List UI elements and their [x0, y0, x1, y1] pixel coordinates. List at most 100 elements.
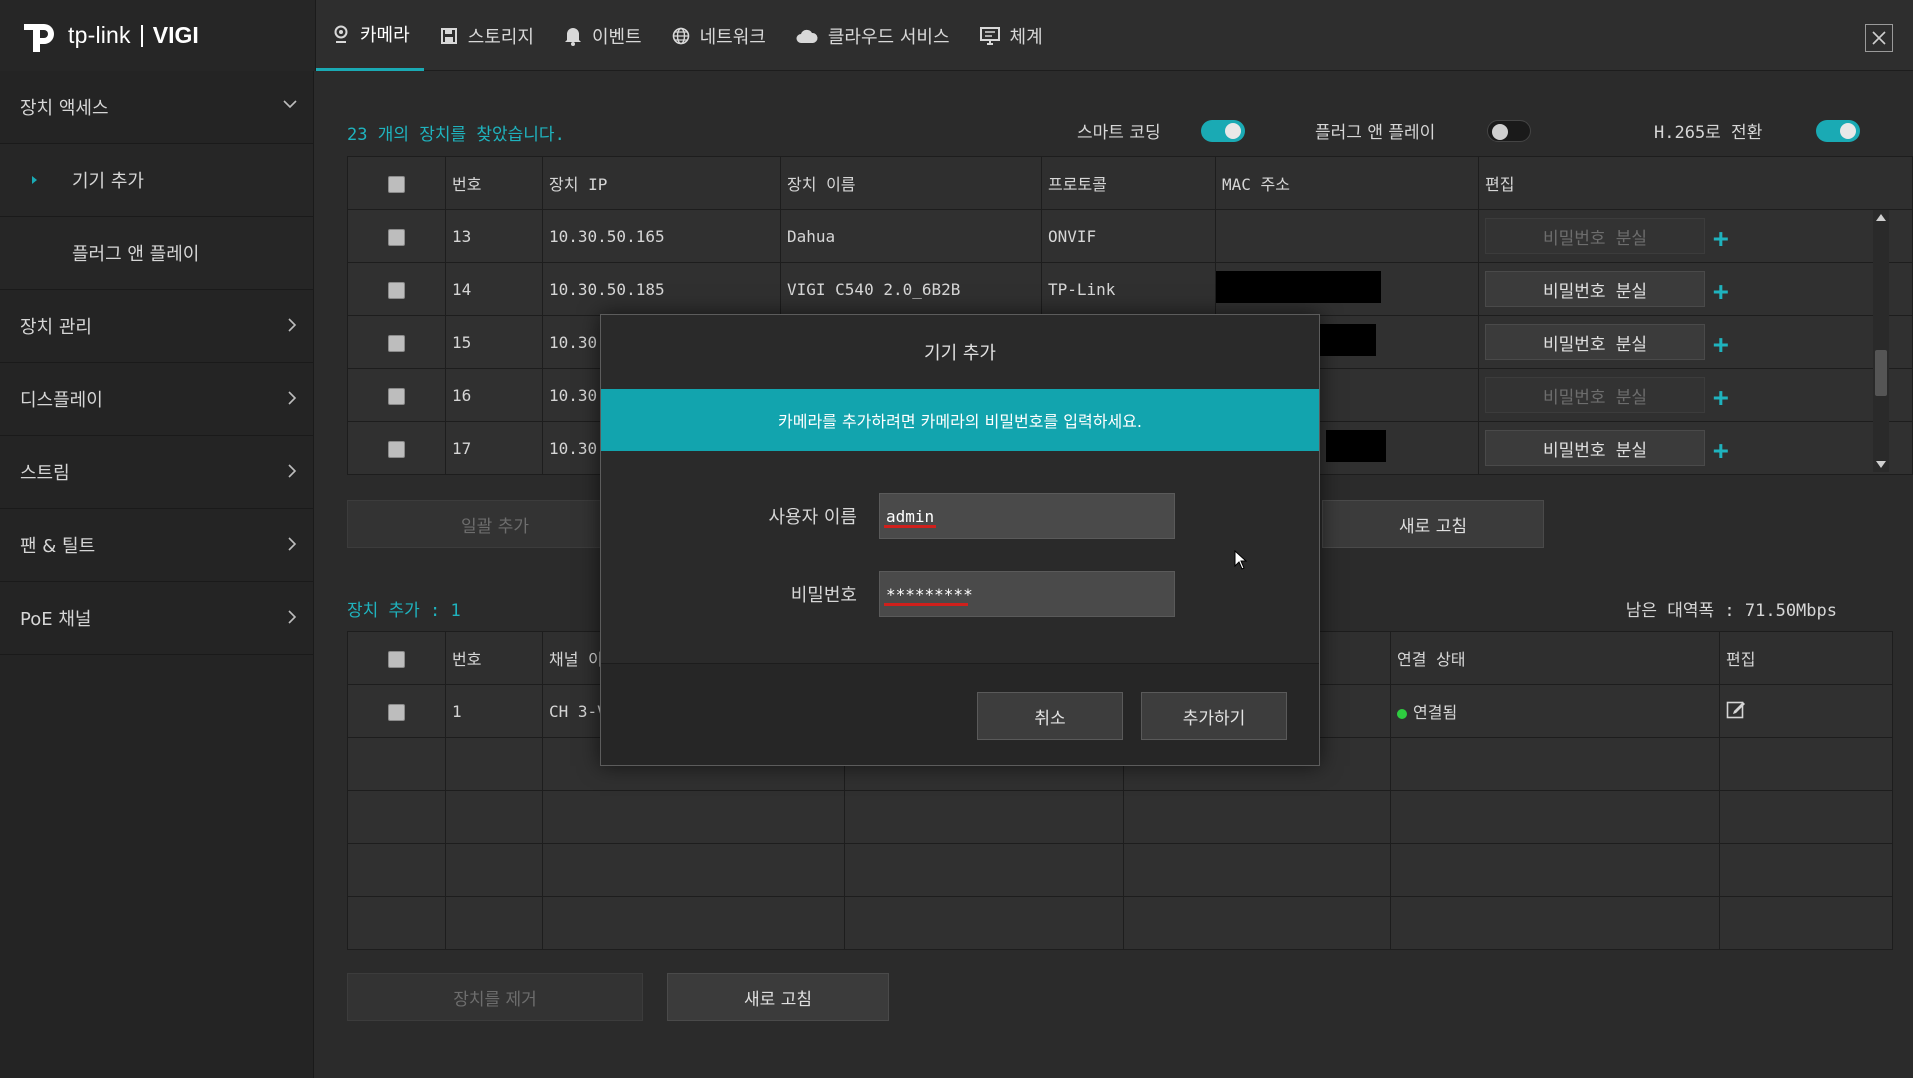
row-ip: 10.30.50.185 [542, 262, 781, 316]
add-icon[interactable]: + [1713, 436, 1729, 466]
username-value: admin [886, 506, 935, 526]
active-marker-icon [32, 176, 37, 184]
row-number: 1 [445, 684, 543, 738]
logo: tp-link VIGI [0, 0, 316, 71]
col-protocol: 프로토콜 [1041, 156, 1216, 210]
forgot-password-button[interactable]: 비밀번호 분실 [1485, 218, 1705, 254]
table-row[interactable]: 13 10.30.50.165 Dahua ONVIF 비밀번호 분실 + [347, 209, 1913, 263]
password-input[interactable]: ********* [879, 571, 1175, 617]
row-edit-cell: 비밀번호 분실 + [1478, 421, 1913, 475]
row-number: 15 [445, 315, 543, 369]
devices-found-text: 23 개의 장치를 찾았습니다. [347, 125, 565, 145]
refresh-found-button[interactable]: 새로 고침 [1322, 500, 1544, 548]
row-checkbox[interactable] [388, 228, 405, 246]
close-button[interactable] [1865, 24, 1893, 52]
select-all-checkbox[interactable] [388, 175, 405, 193]
refresh-added-button[interactable]: 새로 고침 [667, 973, 889, 1021]
username-input[interactable]: admin [879, 493, 1175, 539]
tab-network[interactable]: 네트워크 [656, 0, 780, 71]
spellcheck-underline [884, 525, 936, 528]
cancel-button[interactable]: 취소 [977, 692, 1123, 740]
scroll-up-icon[interactable] [1873, 210, 1889, 224]
sidebar-item-poe-channel[interactable]: PoE 채널 [0, 582, 313, 655]
sidebar-item-plug-and-play[interactable]: 플러그 앤 플레이 [0, 217, 313, 290]
row-checkbox[interactable] [388, 387, 405, 405]
row-select-cell [347, 315, 446, 369]
plug-play-toggle[interactable] [1487, 119, 1532, 142]
sidebar-item-device-access[interactable]: 장치 액세스 [0, 71, 313, 144]
sidebar-item-label: 스트림 [20, 463, 70, 484]
sidebar-item-stream[interactable]: 스트림 [0, 436, 313, 509]
cloud-icon [796, 29, 818, 43]
sidebar-item-device-management[interactable]: 장치 관리 [0, 290, 313, 363]
select-all-cell [347, 631, 446, 685]
plug-play-label: 플러그 앤 플레이 [1315, 123, 1436, 143]
password-row: 비밀번호 ********* [601, 571, 1321, 617]
row-checkbox[interactable] [388, 440, 405, 458]
edit-icon[interactable] [1726, 699, 1746, 719]
table-row[interactable]: 14 10.30.50.185 VIGI C540 2.0_6B2B TP-Li… [347, 262, 1913, 316]
row-checkbox[interactable] [388, 334, 405, 352]
tab-camera[interactable]: 카메라 [316, 0, 424, 71]
tab-label: 클라우드 서비스 [827, 26, 950, 48]
row-protocol: ONVIF [1041, 209, 1216, 263]
tab-system[interactable]: 체계 [964, 0, 1057, 71]
row-status: 연결됨 [1390, 684, 1720, 738]
tab-event[interactable]: 이벤트 [548, 0, 656, 71]
col-ip: 장치 IP [542, 156, 781, 210]
table-row [347, 843, 1893, 897]
found-table-scrollbar[interactable] [1873, 210, 1889, 472]
add-icon[interactable]: + [1713, 383, 1729, 413]
sidebar-item-display[interactable]: 디스플레이 [0, 363, 313, 436]
select-all-checkbox[interactable] [388, 650, 405, 668]
monitor-icon [979, 26, 1000, 45]
add-icon[interactable]: + [1713, 224, 1729, 254]
scroll-thumb[interactable] [1875, 350, 1887, 396]
status-text: 연결됨 [1413, 703, 1458, 722]
globe-icon [672, 27, 689, 44]
sidebar-item-pan-tilt[interactable]: 팬 & 틸트 [0, 509, 313, 582]
mouse-cursor-icon [1234, 550, 1248, 570]
row-select-cell [347, 262, 446, 316]
row-mac [1215, 262, 1479, 316]
forgot-password-button[interactable]: 비밀번호 분실 [1485, 377, 1705, 413]
tab-label: 네트워크 [699, 26, 766, 48]
col-edit: 편집 [1719, 631, 1893, 685]
add-icon[interactable]: + [1713, 277, 1729, 307]
add-icon[interactable]: + [1713, 330, 1729, 360]
row-number: 14 [445, 262, 543, 316]
row-select-cell [347, 209, 446, 263]
logo-divider [140, 24, 143, 47]
tp-link-logo-icon [24, 23, 54, 52]
password-label: 비밀번호 [790, 585, 857, 606]
col-mac: MAC 주소 [1215, 156, 1479, 210]
sidebar-item-label: 디스플레이 [20, 390, 103, 411]
forgot-password-button[interactable]: 비밀번호 분실 [1485, 271, 1705, 307]
redacted-block [1216, 271, 1381, 303]
h265-toggle[interactable] [1816, 119, 1861, 142]
sidebar-item-label: 장치 액세스 [20, 98, 109, 119]
row-checkbox[interactable] [388, 281, 405, 299]
bell-icon [564, 27, 581, 46]
col-edit: 편집 [1478, 156, 1913, 210]
chevron-down-icon [283, 100, 297, 109]
h265-setting: H.265로 전환 [1654, 118, 1861, 143]
sidebar-item-add-device[interactable]: 기기 추가 [0, 144, 313, 217]
remove-device-button[interactable]: 장치를 제거 [347, 973, 643, 1021]
top-bar: tp-link VIGI 카메라 스토리지 이벤트 네트워크 클라우드 서비스 … [0, 0, 1913, 71]
tab-cloud[interactable]: 클라우드 서비스 [780, 0, 964, 71]
chevron-right-icon [288, 537, 297, 551]
smart-coding-toggle[interactable] [1200, 119, 1245, 142]
batch-add-button[interactable]: 일괄 추가 [347, 500, 643, 548]
add-confirm-button[interactable]: 추가하기 [1141, 692, 1287, 740]
row-protocol: TP-Link [1041, 262, 1216, 316]
row-checkbox[interactable] [388, 703, 405, 721]
storage-icon [440, 27, 457, 44]
forgot-password-button[interactable]: 비밀번호 분실 [1485, 324, 1705, 360]
scroll-down-icon[interactable] [1873, 458, 1889, 472]
row-number: 17 [445, 421, 543, 475]
chevron-right-icon [288, 391, 297, 405]
forgot-password-button[interactable]: 비밀번호 분실 [1485, 430, 1705, 466]
tab-storage[interactable]: 스토리지 [424, 0, 548, 71]
sidebar: 장치 액세스 기기 추가 플러그 앤 플레이 장치 관리 디스플레이 스트림 팬… [0, 71, 314, 1078]
